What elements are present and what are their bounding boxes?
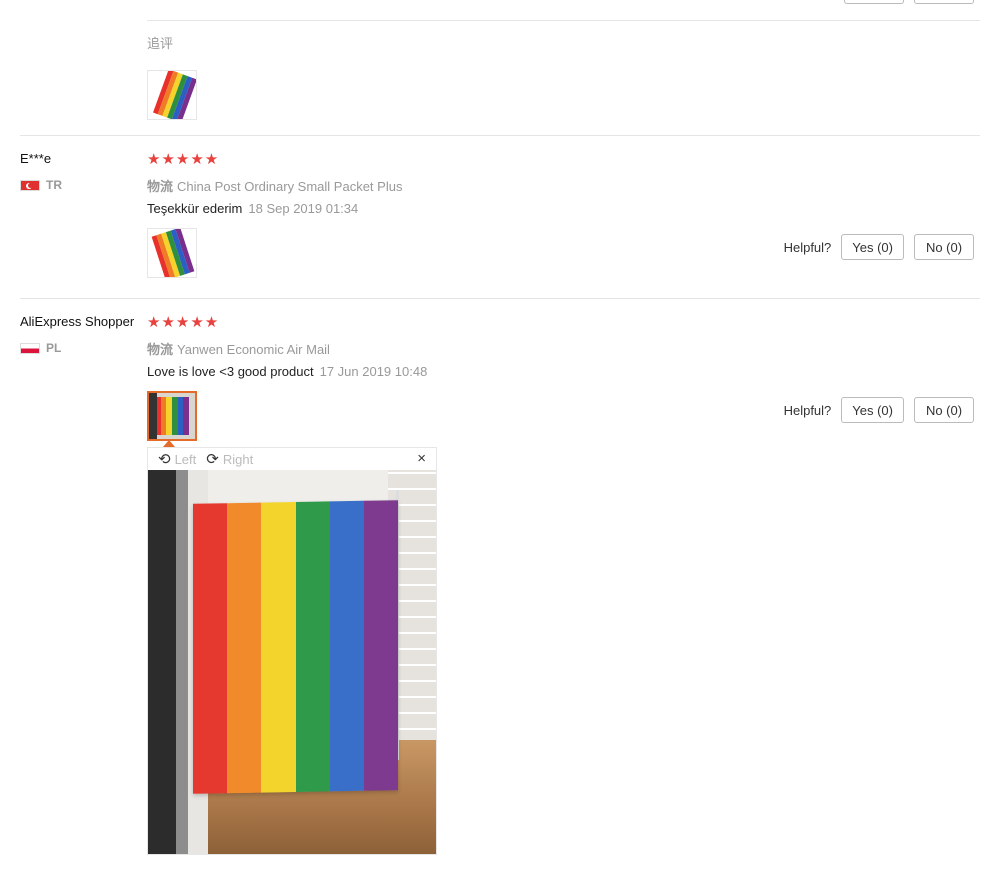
helpful-controls: Helpful? Yes (0) No (0) bbox=[784, 397, 974, 423]
logistics-info: 物流 Yanwen Economic Air Mail bbox=[147, 339, 330, 358]
rotate-left-button[interactable]: ⟲ Left bbox=[158, 450, 196, 468]
rotate-right-icon: ⟳ bbox=[206, 451, 219, 468]
review-photo-thumb[interactable] bbox=[147, 228, 197, 278]
logistics-label: 物流 bbox=[147, 179, 174, 194]
logistics-label: 物流 bbox=[147, 342, 174, 357]
reviewer-name: E***e bbox=[20, 151, 52, 166]
rotate-right-button[interactable]: ⟳ Right bbox=[206, 450, 253, 468]
turkey-flag-icon bbox=[20, 179, 40, 191]
helpful-controls: Helpful? Yes (0) No (0) bbox=[784, 234, 974, 260]
review-photo-thumb-active[interactable] bbox=[147, 391, 197, 441]
star-rating: ★★★★★ bbox=[147, 314, 220, 331]
country-code: PL bbox=[46, 341, 62, 355]
previous-no-button[interactable] bbox=[914, 0, 974, 4]
logistics-value: Yanwen Economic Air Mail bbox=[177, 342, 330, 357]
review-text: Love is love <3 good product 17 Jun 2019 … bbox=[147, 364, 427, 379]
review-body: Teşekkür ederim bbox=[147, 201, 243, 216]
star-rating: ★★★★★ bbox=[147, 151, 220, 168]
divider bbox=[147, 20, 980, 21]
rotate-right-label: Right bbox=[222, 451, 254, 467]
review-date: 17 Jun 2019 10:48 bbox=[319, 364, 428, 379]
logistics-info: 物流 China Post Ordinary Small Packet Plus bbox=[147, 176, 402, 195]
divider bbox=[20, 298, 980, 299]
logistics-value: China Post Ordinary Small Packet Plus bbox=[177, 179, 403, 194]
rainbow-flag bbox=[193, 500, 399, 794]
helpful-yes-button[interactable]: Yes (0) bbox=[841, 234, 904, 260]
helpful-yes-button[interactable]: Yes (0) bbox=[841, 397, 904, 423]
helpful-label: Helpful? bbox=[783, 239, 832, 255]
reviewer-country: PL bbox=[20, 341, 61, 355]
reviewer-country: TR bbox=[20, 178, 62, 192]
previous-yes-button[interactable] bbox=[844, 0, 904, 4]
viewer-toolbar: ⟲ Left ⟳ Right × bbox=[148, 448, 436, 470]
review-photo-large bbox=[148, 470, 436, 854]
previous-review-buttons bbox=[844, 0, 974, 4]
image-viewer: ⟲ Left ⟳ Right × bbox=[147, 447, 437, 855]
helpful-label: Helpful? bbox=[783, 402, 832, 418]
append-review-label: 追评 bbox=[147, 36, 174, 51]
poland-flag-icon bbox=[20, 342, 40, 354]
rotate-left-icon: ⟲ bbox=[158, 451, 171, 468]
review-text: Teşekkür ederim 18 Sep 2019 01:34 bbox=[147, 201, 358, 216]
review-body: Love is love <3 good product bbox=[147, 364, 314, 379]
review-date: 18 Sep 2019 01:34 bbox=[248, 201, 359, 216]
append-review-photo-thumb[interactable] bbox=[147, 70, 197, 120]
rotate-left-label: Left bbox=[174, 451, 197, 467]
country-code: TR bbox=[46, 178, 62, 192]
viewer-pointer bbox=[163, 440, 175, 447]
helpful-no-button[interactable]: No (0) bbox=[914, 397, 974, 423]
helpful-no-button[interactable]: No (0) bbox=[914, 234, 974, 260]
reviewer-name: AliExpress Shopper bbox=[20, 314, 135, 329]
divider bbox=[20, 135, 980, 136]
close-icon[interactable]: × bbox=[417, 450, 426, 467]
